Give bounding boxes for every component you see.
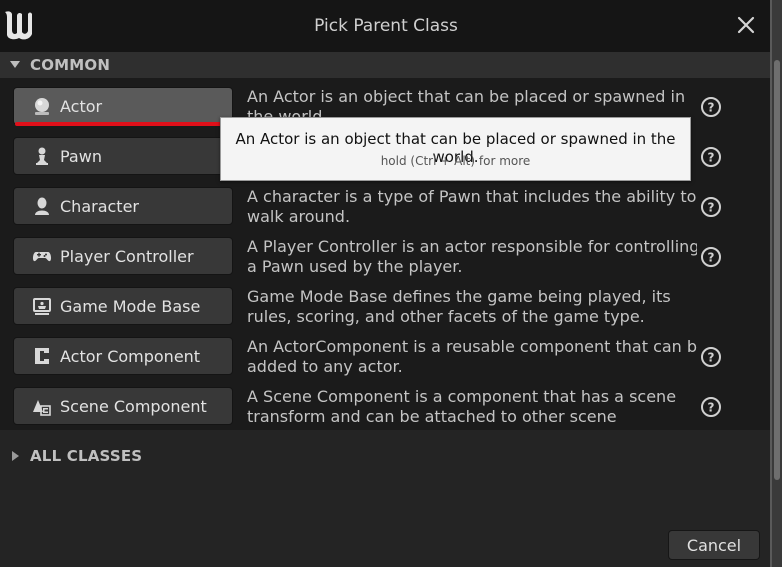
class-row-character: Character A character is a type of Pawn … [0, 178, 772, 228]
pawn-class-label: Pawn [60, 146, 102, 166]
section-header-all-classes[interactable]: ALL CLASSES [0, 443, 772, 469]
pawn-icon [32, 146, 52, 166]
tooltip-hint: hold (Ctrl + Alt) for more [380, 154, 531, 168]
actor-class-button[interactable]: Actor [13, 87, 233, 125]
actor-class-label: Actor [60, 96, 103, 116]
character-description-text: A character is a type of Pawn that inclu… [247, 187, 697, 226]
svg-text:?: ? [708, 151, 715, 165]
actor-component-icon [32, 346, 52, 366]
svg-text:?: ? [708, 201, 715, 215]
annotation-underline [15, 122, 225, 126]
cancel-button[interactable]: Cancel [668, 530, 760, 560]
pawn-class-button[interactable]: Pawn [13, 137, 233, 175]
game-mode-base-class-button[interactable]: Game Mode Base [13, 287, 233, 325]
svg-text:?: ? [708, 101, 715, 115]
help-icon[interactable]: ? [700, 246, 722, 268]
player-controller-description: A Player Controller is an actor responsi… [247, 237, 697, 277]
svg-text:?: ? [708, 251, 715, 265]
player-controller-class-label: Player Controller [60, 246, 194, 266]
player-controller-class-button[interactable]: Player Controller [13, 237, 233, 275]
actor-component-description: An ActorComponent is a reusable componen… [247, 337, 697, 377]
title-bar: Pick Parent Class [0, 0, 772, 52]
chevron-right-icon [0, 450, 30, 462]
section-label-common: COMMON [30, 56, 111, 74]
game-mode-base-description: Game Mode Base defines the game being pl… [247, 287, 697, 327]
dialog-title: Pick Parent Class [314, 16, 458, 36]
class-row-actor-component: Actor Component An ActorComponent is a r… [0, 328, 772, 378]
svg-text:?: ? [708, 351, 715, 365]
game-mode-base-description-text: Game Mode Base defines the game being pl… [247, 287, 671, 326]
actor-component-class-label: Actor Component [60, 346, 201, 366]
help-icon[interactable]: ? [700, 96, 722, 118]
character-icon [32, 196, 52, 216]
scene-component-class-label: Scene Component [60, 396, 207, 416]
scene-component-class-button[interactable]: Scene Component [13, 387, 233, 425]
character-class-button[interactable]: Character [13, 187, 233, 225]
class-row-scene-component: Scene Component A Scene Component is a c… [0, 378, 772, 428]
class-row-game-mode-base: Game Mode Base Game Mode Base defines th… [0, 278, 772, 328]
game-mode-base-class-label: Game Mode Base [60, 296, 201, 316]
section-header-common[interactable]: COMMON [0, 52, 772, 78]
player-controller-description-text: A Player Controller is an actor responsi… [247, 237, 697, 276]
actor-component-class-button[interactable]: Actor Component [13, 337, 233, 375]
help-icon[interactable]: ? [700, 346, 722, 368]
gamepad-icon [32, 246, 52, 266]
character-class-label: Character [60, 196, 139, 216]
scene-component-description-text: A Scene Component is a component that ha… [247, 387, 677, 426]
class-row-player-controller: Player Controller A Player Controller is… [0, 228, 772, 278]
scene-component-description: A Scene Component is a component that ha… [247, 387, 697, 427]
game-mode-icon [32, 296, 52, 316]
chevron-down-icon [0, 60, 30, 70]
svg-text:?: ? [708, 401, 715, 415]
actor-component-description-text: An ActorComponent is a reusable componen… [247, 337, 697, 376]
help-icon[interactable]: ? [700, 396, 722, 418]
help-icon[interactable]: ? [700, 196, 722, 218]
character-description: A character is a type of Pawn that inclu… [247, 187, 697, 227]
actor-sphere-icon [32, 96, 52, 116]
close-icon[interactable] [734, 13, 758, 37]
help-icon[interactable]: ? [700, 146, 722, 168]
scrollbar-thumb[interactable] [774, 60, 780, 480]
actor-tooltip: An Actor is an object that can be placed… [220, 117, 691, 181]
section-label-all-classes: ALL CLASSES [30, 447, 143, 465]
scene-component-icon [32, 396, 52, 416]
